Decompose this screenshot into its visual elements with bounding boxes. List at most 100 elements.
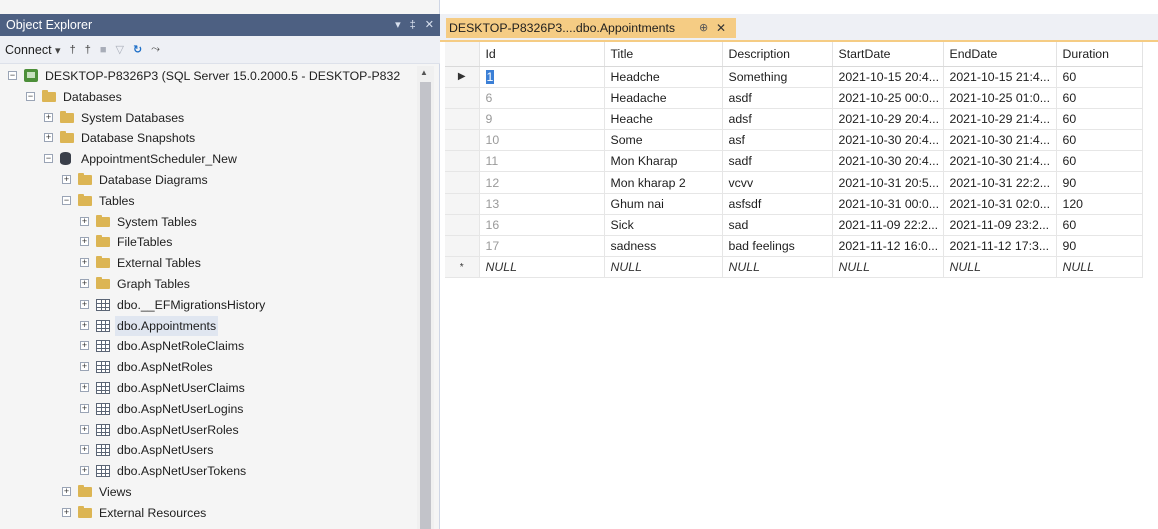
- grid-cell[interactable]: Something: [722, 66, 833, 88]
- grid-cell[interactable]: 2021-11-12 17:3...: [943, 235, 1057, 258]
- grid-cell[interactable]: 2021-10-15 20:4...: [832, 66, 944, 88]
- tree-node[interactable]: + Graph Tables: [0, 274, 428, 295]
- scrollbar-thumb[interactable]: [420, 82, 431, 529]
- tab-dbo-appointments[interactable]: DESKTOP-P8326P3....dbo.Appointments ⊕ ✕: [446, 18, 736, 38]
- tree-node[interactable]: + System Tables: [0, 212, 428, 233]
- refresh-icon[interactable]: ↻: [133, 43, 142, 56]
- grid-cell[interactable]: adsf: [722, 108, 833, 131]
- collapse-icon[interactable]: −: [62, 195, 71, 205]
- tree-node[interactable]: + dbo.__EFMigrationsHistory: [0, 295, 428, 316]
- expand-icon[interactable]: +: [80, 320, 89, 330]
- grid-cell[interactable]: 2021-10-31 02:0...: [943, 193, 1057, 215]
- column-header[interactable]: StartDate: [832, 42, 944, 67]
- tree-node[interactable]: + FileTables: [0, 232, 428, 253]
- tree-node[interactable]: − Tables: [0, 191, 428, 212]
- row-header[interactable]: [445, 87, 480, 109]
- grid-cell-null[interactable]: NULL: [1056, 256, 1143, 279]
- expand-icon[interactable]: +: [62, 507, 71, 517]
- activity-monitor-icon[interactable]: ⤳: [151, 43, 160, 56]
- expand-icon[interactable]: +: [44, 133, 53, 143]
- grid-cell[interactable]: Mon Kharap: [604, 150, 723, 173]
- collapse-icon[interactable]: −: [44, 154, 53, 164]
- grid-cell[interactable]: 120: [1056, 193, 1143, 215]
- grid-cell-null[interactable]: NULL: [604, 256, 723, 279]
- tree-node[interactable]: + Views: [0, 482, 428, 503]
- grid-cell[interactable]: 16: [479, 214, 605, 237]
- expand-icon[interactable]: +: [44, 112, 53, 122]
- grid-cell[interactable]: Ghum nai: [604, 193, 723, 215]
- tree-node[interactable]: + dbo.AspNetRoles: [0, 357, 428, 378]
- grid-cell[interactable]: 2021-10-15 21:4...: [943, 66, 1057, 88]
- grid-cell[interactable]: 2021-10-25 00:0...: [832, 87, 944, 109]
- tree-node[interactable]: + dbo.Appointments: [0, 315, 428, 337]
- grid-cell[interactable]: 2021-11-12 16:0...: [832, 235, 944, 258]
- row-header[interactable]: [445, 171, 480, 194]
- new-row-marker[interactable]: *: [445, 256, 480, 279]
- tree-node[interactable]: + Database Snapshots: [0, 128, 428, 149]
- expand-icon[interactable]: +: [80, 216, 89, 226]
- expand-icon[interactable]: +: [80, 445, 89, 455]
- grid-cell[interactable]: Headache: [604, 87, 723, 109]
- expand-icon[interactable]: +: [80, 362, 89, 372]
- expand-icon[interactable]: +: [80, 382, 89, 392]
- grid-cell[interactable]: 12: [479, 171, 605, 194]
- grid-cell-null[interactable]: NULL: [722, 256, 833, 279]
- grid-cell[interactable]: 2021-11-09 22:2...: [832, 214, 944, 237]
- connect-button[interactable]: Connect ▾: [5, 43, 61, 57]
- close-tab-icon[interactable]: ✕: [716, 18, 726, 38]
- grid-cell[interactable]: 2021-10-29 21:4...: [943, 108, 1057, 131]
- grid-cell[interactable]: 2021-10-30 21:4...: [943, 150, 1057, 173]
- grid-cell[interactable]: 90: [1056, 235, 1143, 258]
- new-row[interactable]: * NULL NULL NULL NULL NULL NULL: [445, 256, 1143, 279]
- grid-cell[interactable]: 10: [479, 129, 605, 152]
- pin-icon[interactable]: ⊕: [699, 18, 708, 38]
- expand-icon[interactable]: +: [62, 174, 71, 184]
- grid-cell[interactable]: 2021-10-25 01:0...: [943, 87, 1057, 109]
- tree-node[interactable]: + External Tables: [0, 253, 428, 274]
- table-row[interactable]: 10 Some asf 2021-10-30 20:4... 2021-10-30 21…: [445, 129, 1143, 152]
- table-row[interactable]: 9 Heache adsf 2021-10-29 20:4... 2021-10-29 …: [445, 108, 1143, 131]
- tree-node[interactable]: + dbo.AspNetUserLogins: [0, 399, 428, 420]
- disconnect-icon[interactable]: †: [85, 44, 91, 56]
- grid-cell[interactable]: 60: [1056, 108, 1143, 131]
- tree-node[interactable]: + External Resources: [0, 503, 428, 524]
- tree-node[interactable]: + Database Diagrams: [0, 170, 428, 191]
- table-row[interactable]: 13 Ghum nai asfsdf 2021-10-31 00:0... 2021-1…: [445, 193, 1143, 215]
- table-row[interactable]: 6 Headache asdf 2021-10-25 00:0... 2021-10-2…: [445, 87, 1143, 109]
- grid-cell[interactable]: Sick: [604, 214, 723, 237]
- grid-cell[interactable]: sadf: [722, 150, 833, 173]
- tree-node[interactable]: + System Databases: [0, 108, 428, 129]
- grid-cell[interactable]: 17: [479, 235, 605, 258]
- grid-cell[interactable]: 2021-10-31 20:5...: [832, 171, 944, 194]
- grid-cell[interactable]: Mon kharap 2: [604, 171, 723, 194]
- grid-cell[interactable]: 60: [1056, 66, 1143, 88]
- collapse-icon[interactable]: −: [26, 91, 35, 101]
- column-header[interactable]: Id: [479, 42, 605, 67]
- grid-cell[interactable]: sad: [722, 214, 833, 237]
- row-header[interactable]: [445, 235, 480, 258]
- grid-cell[interactable]: 2021-11-09 23:2...: [943, 214, 1057, 237]
- table-row[interactable]: 17 sadness bad feelings 2021-11-12 16:0... 2…: [445, 235, 1143, 258]
- grid-cell[interactable]: 9: [479, 108, 605, 131]
- grid-cell[interactable]: sadness: [604, 235, 723, 258]
- tree-node[interactable]: − AppointmentScheduler_New: [0, 149, 428, 170]
- grid-cell-null[interactable]: NULL: [943, 256, 1057, 279]
- tree-node[interactable]: − DESKTOP-P8326P3 (SQL Server 15.0.2000.5…: [0, 66, 428, 87]
- collapse-icon[interactable]: −: [8, 71, 17, 80]
- grid-cell-null[interactable]: NULL: [832, 256, 944, 279]
- table-row[interactable]: 11 Mon Kharap sadf 2021-10-30 20:4... 2021-1…: [445, 150, 1143, 173]
- grid-cell[interactable]: 90: [1056, 171, 1143, 194]
- grid-cell[interactable]: 1: [479, 66, 605, 88]
- grid-cell[interactable]: 13: [479, 193, 605, 215]
- tree-node[interactable]: + dbo.AspNetRoleClaims: [0, 336, 428, 357]
- expand-icon[interactable]: +: [62, 486, 71, 496]
- grid-cell[interactable]: asf: [722, 129, 833, 152]
- grid-cell[interactable]: 60: [1056, 150, 1143, 173]
- object-explorer-scrollbar[interactable]: ▲: [417, 66, 434, 529]
- row-header[interactable]: [445, 193, 480, 215]
- expand-icon[interactable]: +: [80, 341, 89, 351]
- grid-cell[interactable]: Headche: [604, 66, 723, 88]
- grid-cell[interactable]: 6: [479, 87, 605, 109]
- row-header[interactable]: [445, 129, 480, 152]
- grid-cell[interactable]: 2021-10-30 20:4...: [832, 150, 944, 173]
